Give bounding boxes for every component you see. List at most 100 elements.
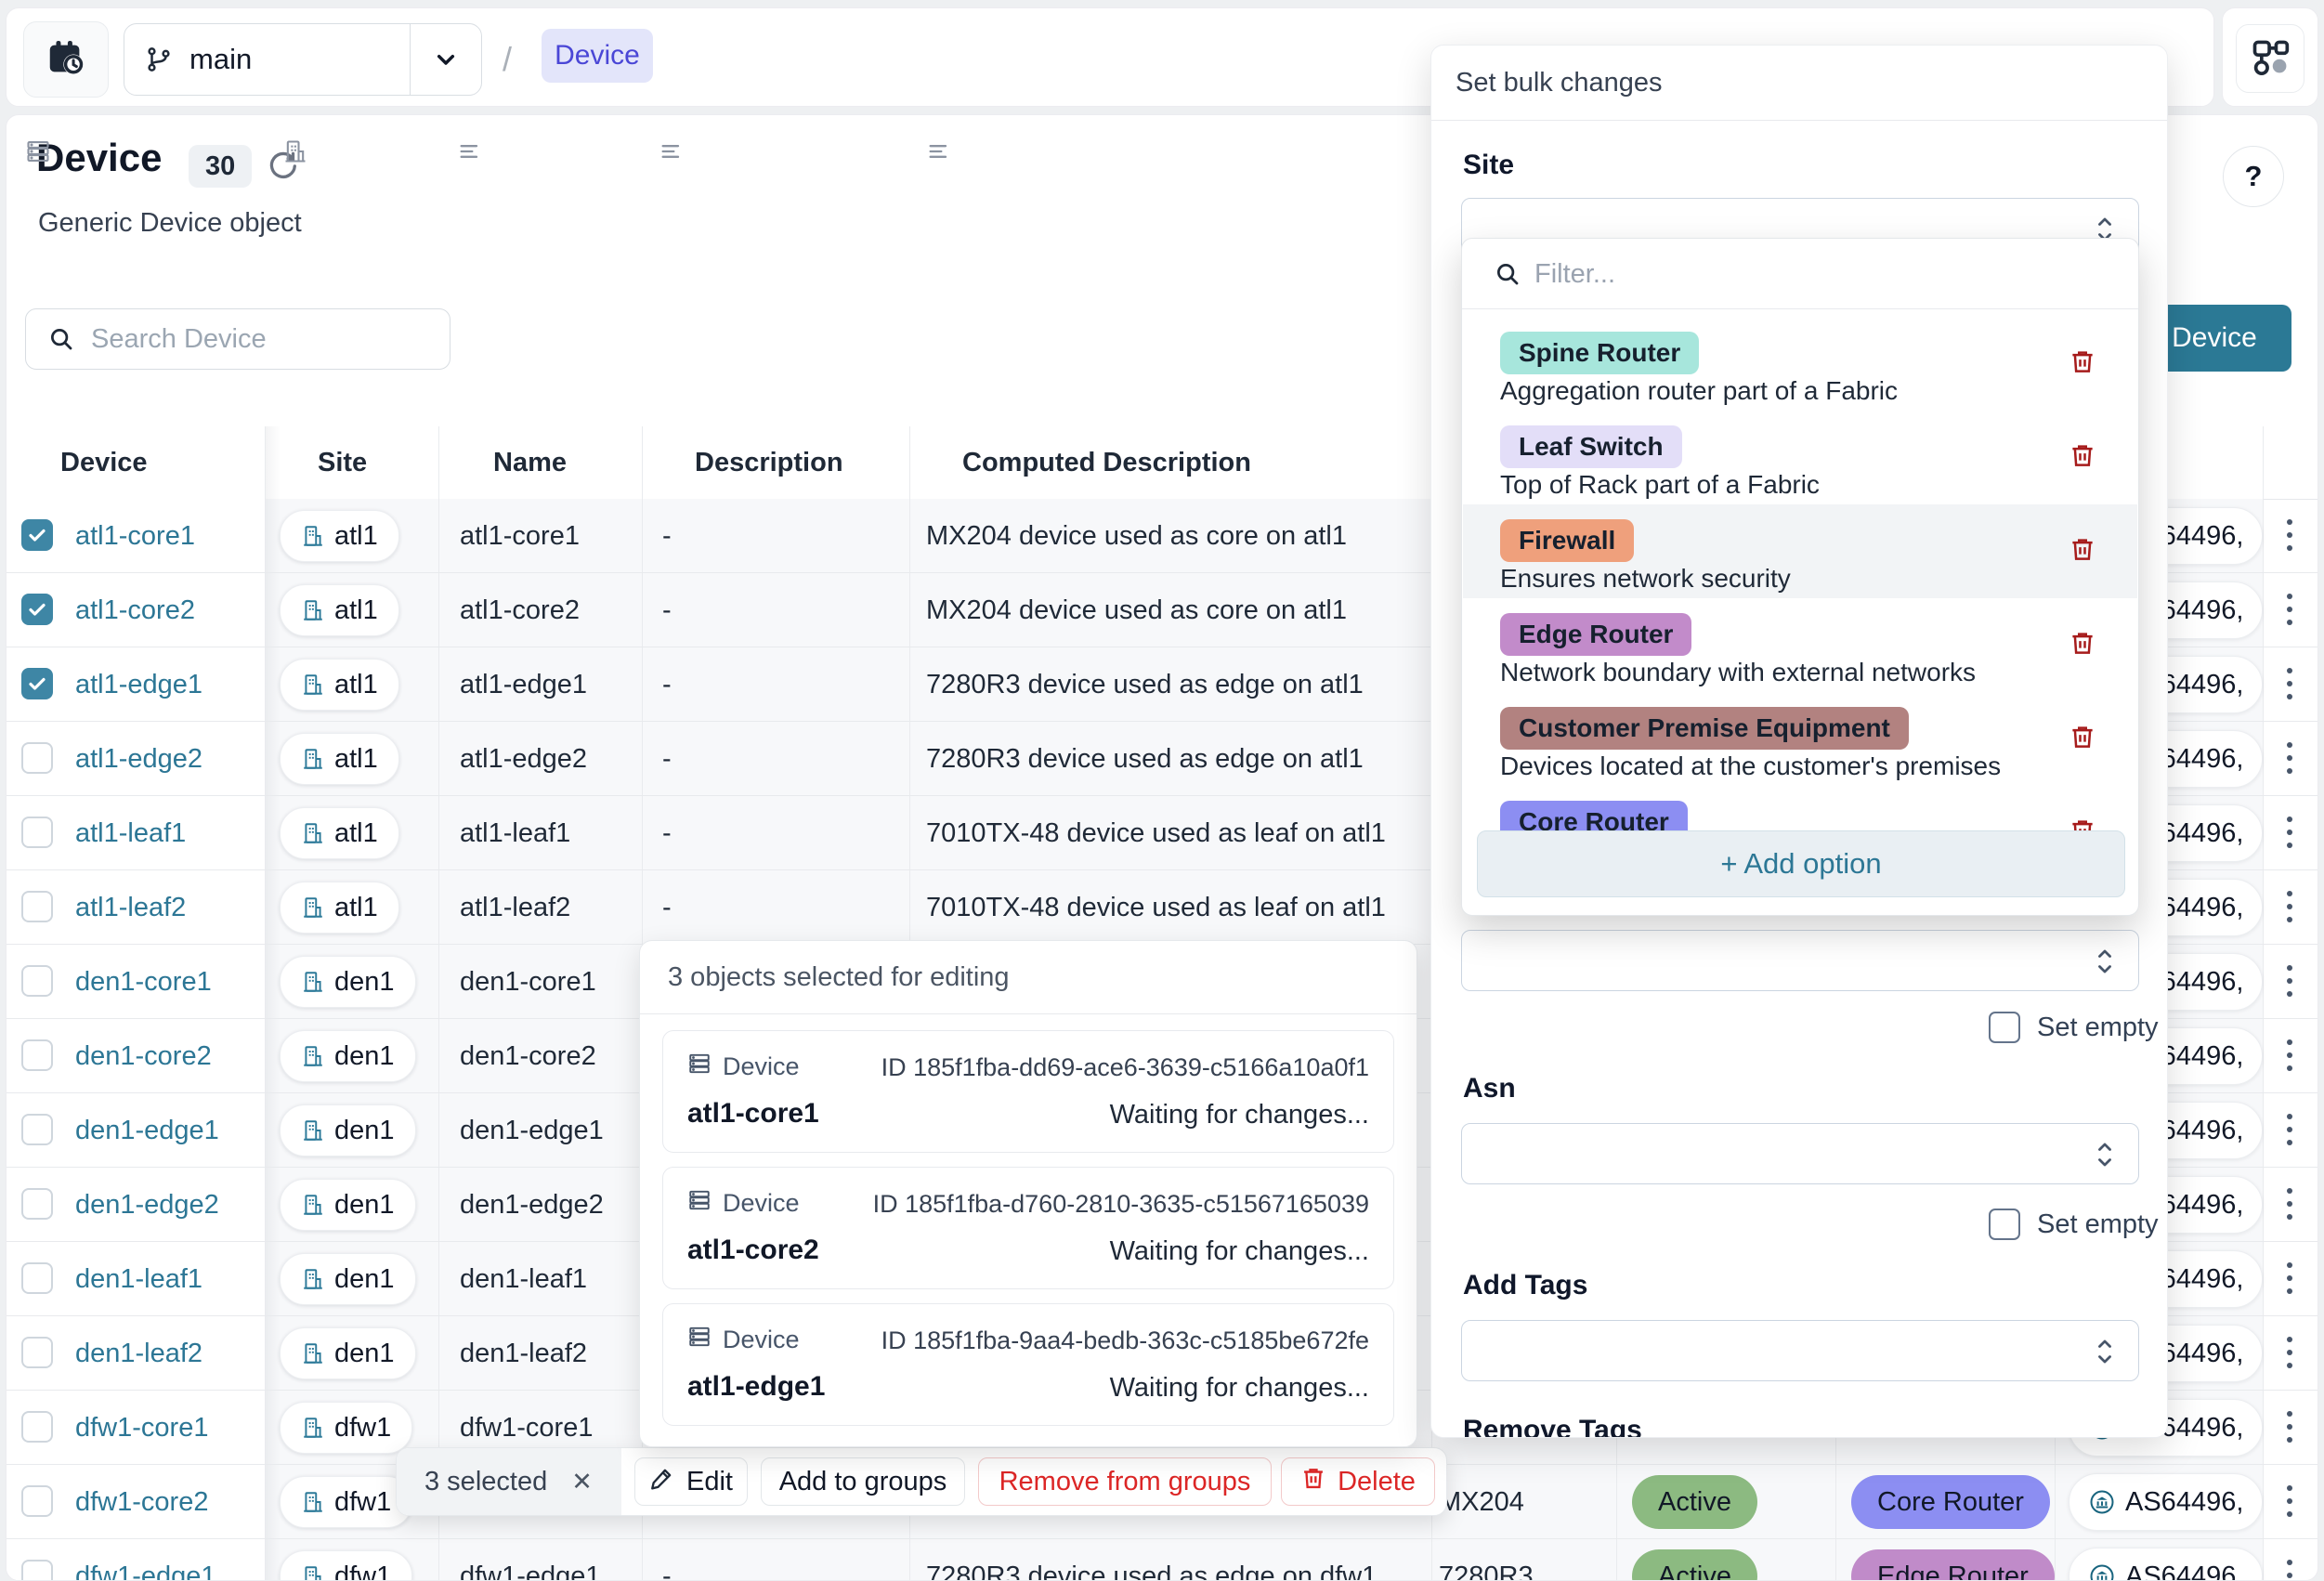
site-option[interactable]: Leaf SwitchTop of Rack part of a Fabric [1463, 411, 2137, 504]
schema-button[interactable] [2236, 24, 2304, 93]
device-link[interactable]: den1-edge2 [75, 1168, 219, 1242]
site-badge[interactable]: den1 [280, 1327, 416, 1379]
kebab-menu-icon[interactable] [2280, 965, 2299, 997]
device-link[interactable]: den1-core1 [75, 945, 212, 1019]
delete-button[interactable]: Delete [1281, 1457, 1435, 1506]
set-empty-checkbox[interactable] [1989, 1209, 2020, 1240]
site-badge[interactable]: dfw1 [280, 1402, 412, 1454]
kebab-menu-icon[interactable] [2280, 668, 2299, 699]
cell-computed-description: 7010TX-48 device used as leaf on atl1 [926, 870, 1386, 945]
site-badge[interactable]: atl1 [280, 807, 399, 859]
row-checkbox[interactable] [21, 668, 53, 699]
device-link[interactable]: atl1-leaf2 [75, 870, 186, 945]
row-checkbox[interactable] [21, 594, 53, 625]
filter-input[interactable] [1533, 250, 2094, 298]
kebab-menu-icon[interactable] [2280, 891, 2299, 922]
kebab-menu-icon[interactable] [2280, 519, 2299, 551]
help-button[interactable]: ? [2223, 146, 2284, 207]
column-header-device[interactable]: Device [60, 426, 148, 499]
site-badge[interactable]: atl1 [280, 659, 399, 711]
device-link[interactable]: den1-leaf1 [75, 1242, 202, 1316]
trash-icon[interactable] [2069, 628, 2096, 662]
add-tags-select[interactable] [1461, 1320, 2139, 1381]
site-option[interactable]: FirewallEnsures network security [1463, 504, 2137, 598]
edit-button[interactable]: Edit [634, 1457, 748, 1506]
site-badge[interactable]: dfw1 [280, 1476, 412, 1528]
row-checkbox[interactable] [21, 891, 53, 922]
device-link[interactable]: atl1-edge1 [75, 647, 202, 722]
asn-select[interactable] [1461, 1123, 2139, 1184]
device-link[interactable]: dfw1-edge1 [75, 1539, 216, 1581]
kebab-menu-icon[interactable] [2280, 1411, 2299, 1443]
kebab-menu-icon[interactable] [2280, 1337, 2299, 1368]
site-option[interactable]: Customer Premise EquipmentDevices locate… [1463, 692, 2137, 786]
row-checkbox[interactable] [21, 742, 53, 774]
selected-object-card: DeviceID 185f1fba-9aa4-bedb-363c-c5185be… [662, 1303, 1394, 1426]
row-checkbox[interactable] [21, 1114, 53, 1145]
add-to-groups-button[interactable]: Add to groups [761, 1457, 965, 1506]
row-checkbox[interactable] [21, 1188, 53, 1220]
site-badge[interactable]: den1 [280, 1179, 416, 1231]
kebab-menu-icon[interactable] [2280, 1485, 2299, 1517]
device-link[interactable]: den1-core2 [75, 1019, 212, 1093]
add-option-button[interactable]: + Add option [1477, 830, 2125, 897]
site-badge[interactable]: den1 [280, 1104, 416, 1156]
remove-from-groups-button[interactable]: Remove from groups [978, 1457, 1272, 1506]
site-badge[interactable]: atl1 [280, 510, 399, 562]
search-input[interactable] [25, 308, 450, 370]
site-badge[interactable]: atl1 [280, 733, 399, 785]
search-icon [47, 325, 75, 358]
site-badge[interactable]: dfw1 [280, 1550, 412, 1581]
device-link[interactable]: atl1-leaf1 [75, 796, 186, 870]
site-option[interactable]: Edge RouterNetwork boundary with externa… [1463, 598, 2137, 692]
kebab-menu-icon[interactable] [2280, 1262, 2299, 1294]
site-badge[interactable]: atl1 [280, 584, 399, 636]
chevron-down-icon[interactable] [411, 45, 481, 74]
set-empty-checkbox[interactable] [1989, 1012, 2020, 1043]
column-header-computed-description[interactable]: Computed Description [962, 426, 1251, 499]
cell-computed-description: 7280R3 device used as edge on atl1 [926, 647, 1364, 722]
device-link[interactable]: atl1-core1 [75, 499, 195, 573]
branch-selector[interactable]: main [124, 23, 482, 96]
device-link[interactable]: den1-leaf2 [75, 1316, 202, 1391]
kebab-menu-icon[interactable] [2280, 1560, 2299, 1581]
column-header-name[interactable]: Name [493, 426, 567, 499]
close-icon[interactable]: ✕ [571, 1468, 593, 1496]
device-link[interactable]: atl1-edge2 [75, 722, 202, 796]
device-link[interactable]: dfw1-core2 [75, 1465, 208, 1539]
row-checkbox[interactable] [21, 1485, 53, 1517]
trash-icon[interactable] [2069, 346, 2096, 381]
device-link[interactable]: den1-edge1 [75, 1093, 219, 1168]
kebab-menu-icon[interactable] [2280, 1114, 2299, 1145]
kebab-menu-icon[interactable] [2280, 742, 2299, 774]
row-checkbox[interactable] [21, 1337, 53, 1368]
kebab-menu-icon[interactable] [2280, 1039, 2299, 1071]
timeframe-button[interactable] [23, 21, 109, 98]
row-checkbox[interactable] [21, 1560, 53, 1581]
site-option[interactable]: Spine RouterAggregation router part of a… [1463, 317, 2137, 411]
breadcrumb[interactable]: Device [542, 29, 653, 83]
site-badge[interactable]: den1 [280, 1253, 416, 1305]
kebab-menu-icon[interactable] [2280, 1188, 2299, 1220]
row-checkbox[interactable] [21, 1039, 53, 1071]
row-checkbox[interactable] [21, 519, 53, 551]
trash-icon[interactable] [2069, 722, 2096, 756]
site-badge[interactable]: den1 [280, 956, 416, 1008]
row-checkbox[interactable] [21, 965, 53, 997]
site-badge[interactable]: den1 [280, 1030, 416, 1082]
row-checkbox[interactable] [21, 1411, 53, 1443]
row-checkbox[interactable] [21, 817, 53, 848]
device-link[interactable]: dfw1-core1 [75, 1391, 208, 1465]
row-checkbox[interactable] [21, 1262, 53, 1294]
cell-description: - [662, 573, 672, 647]
kebab-menu-icon[interactable] [2280, 817, 2299, 848]
trash-icon[interactable] [2069, 534, 2096, 568]
site-badge[interactable]: atl1 [280, 882, 399, 934]
column-header-description[interactable]: Description [695, 426, 843, 499]
trash-icon[interactable] [2069, 440, 2096, 475]
column-header-site[interactable]: Site [318, 426, 367, 499]
kebab-menu-icon[interactable] [2280, 594, 2299, 625]
options-list: Spine RouterAggregation router part of a… [1462, 317, 2138, 896]
status-select[interactable] [1461, 930, 2139, 991]
device-link[interactable]: atl1-core2 [75, 573, 195, 647]
